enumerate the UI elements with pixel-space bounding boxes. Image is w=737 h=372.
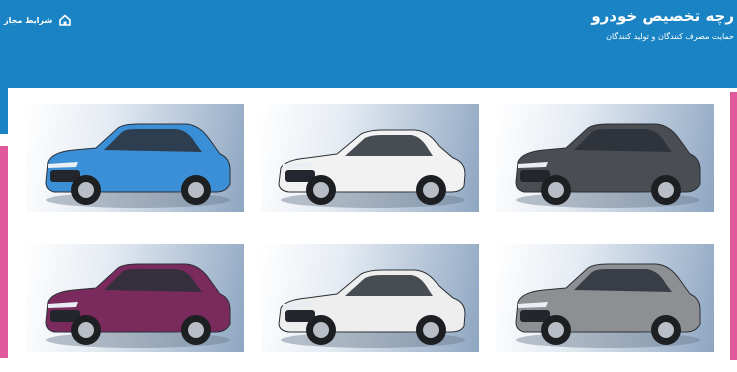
home-icon[interactable] [58,13,72,27]
nav-home[interactable]: شرایط مجاز [4,13,72,27]
car-card[interactable] [496,244,714,352]
car-rim [548,182,564,198]
car-card[interactable] [26,244,244,352]
car-gray-suv-image [515,263,701,348]
brand: رچه تخصیص خودرو حمایت مصرف کنندگان و تول… [591,6,734,44]
car-rim [188,182,204,198]
right-edge-strip [730,92,737,360]
car-card[interactable] [26,104,244,212]
car-card[interactable] [261,104,479,212]
left-edge-strip [0,88,8,358]
car-rim [313,322,329,338]
car-white-sedan-image [278,129,466,208]
car-white-sedan-2-image [278,269,466,348]
car-card[interactable] [261,244,479,352]
car-rim [658,182,674,198]
car-gallery [9,88,729,372]
car-rim [548,322,564,338]
car-card[interactable] [496,104,714,212]
car-rim [188,322,204,338]
nav-label[interactable]: شرایط مجاز [4,16,52,25]
site-title: رچه تخصیص خودرو [591,7,734,25]
car-dark-crossover-image [515,123,701,208]
car-rim [78,182,94,198]
car-rim [423,182,439,198]
site-header: رچه تخصیص خودرو حمایت مصرف کنندگان و تول… [0,0,737,88]
car-rim [658,322,674,338]
site-subtitle: حمایت مصرف کنندگان و تولید کنندگان [606,32,734,41]
car-rim [313,182,329,198]
car-purple-suv-image [45,263,231,348]
car-blue-suv-image [45,123,231,208]
car-rim [423,322,439,338]
car-rim [78,322,94,338]
